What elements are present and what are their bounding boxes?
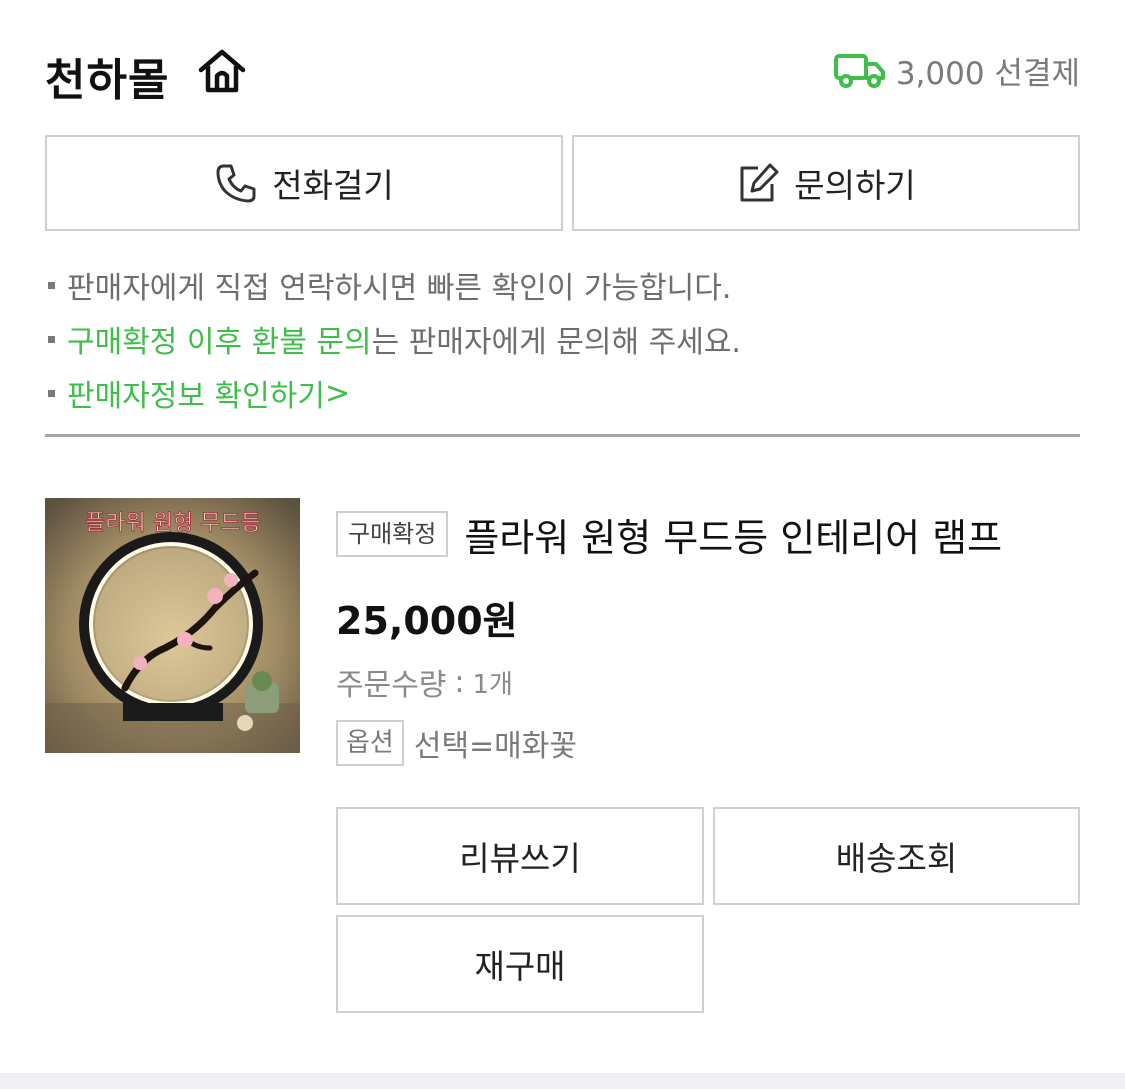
seller-info-link[interactable]: 판매자정보 확인하기 bbox=[67, 371, 325, 415]
notice-text: 는 판매자에게 문의해 주세요. bbox=[371, 325, 741, 360]
phone-icon bbox=[216, 164, 256, 203]
notice-highlight: 구매확정 이후 환불 문의 bbox=[67, 325, 372, 360]
home-icon[interactable] bbox=[197, 46, 247, 96]
rebuy-label: 재구매 bbox=[474, 947, 566, 986]
product-header: 구매확정 플라워 원형 무드등 인테리어 램프 bbox=[336, 504, 1080, 564]
status-badge: 구매확정 bbox=[336, 511, 449, 557]
product-thumbnail[interactable]: 플라워 원형 무드등 bbox=[45, 498, 300, 753]
inquiry-button-label: 문의하기 bbox=[794, 166, 916, 205]
track-shipping-button[interactable]: 배송조회 bbox=[713, 807, 1080, 905]
write-review-label: 리뷰쓰기 bbox=[459, 839, 581, 878]
store-name[interactable]: 천하몰 bbox=[45, 44, 169, 108]
bullet-icon bbox=[48, 335, 55, 343]
quantity-label: 주문수량 bbox=[336, 668, 447, 703]
product-title[interactable]: 플라워 원형 무드등 인테리어 램프 bbox=[464, 507, 1080, 562]
quantity-separator: : bbox=[454, 664, 465, 700]
bullet-icon bbox=[48, 389, 55, 397]
notice-item: 판매자에게 직접 연락하시면 빠른 확인이 가능합니다. bbox=[48, 258, 1078, 312]
quantity-row: 주문수량 : 1개 bbox=[336, 660, 513, 704]
bullet-icon bbox=[48, 281, 55, 289]
call-button-label: 전화걸기 bbox=[272, 166, 394, 205]
edit-icon bbox=[740, 163, 779, 202]
chevron-right-icon[interactable]: > bbox=[325, 376, 350, 411]
store-header: 천하몰 3,000 선결제 bbox=[45, 38, 1080, 106]
option-badge: 옵션 bbox=[336, 720, 404, 766]
truck-icon bbox=[833, 54, 885, 88]
notice-text: 판매자에게 직접 연락하시면 빠른 확인이 가능합니다. bbox=[67, 271, 732, 306]
shipping-info: 3,000 선결제 bbox=[833, 50, 1080, 92]
notice-list: 판매자에게 직접 연락하시면 빠른 확인이 가능합니다. 구매확정 이후 환불 … bbox=[48, 258, 1078, 420]
rebuy-button[interactable]: 재구매 bbox=[336, 915, 704, 1013]
section-separator bbox=[0, 1073, 1125, 1089]
order-card: 천하몰 3,000 선결제 전화걸기 문의하기 판매자에게 직접 연락하시면 빠… bbox=[0, 0, 1125, 1089]
divider bbox=[45, 434, 1080, 437]
option-value: 선택=매화꽃 bbox=[413, 729, 577, 764]
quantity-value: 1개 bbox=[472, 669, 513, 700]
shipping-fee: 3,000 선결제 bbox=[895, 55, 1080, 92]
write-review-button[interactable]: 리뷰쓰기 bbox=[336, 807, 704, 905]
product-price: 25,000원 bbox=[336, 599, 518, 643]
option-row: 옵션 선택=매화꽃 bbox=[336, 720, 577, 766]
inquiry-button[interactable]: 문의하기 bbox=[572, 135, 1080, 231]
notice-item: 판매자정보 확인하기 > bbox=[48, 366, 1078, 420]
call-button[interactable]: 전화걸기 bbox=[45, 135, 563, 231]
track-shipping-label: 배송조회 bbox=[835, 839, 958, 878]
notice-item: 구매확정 이후 환불 문의 는 판매자에게 문의해 주세요. bbox=[48, 312, 1078, 366]
